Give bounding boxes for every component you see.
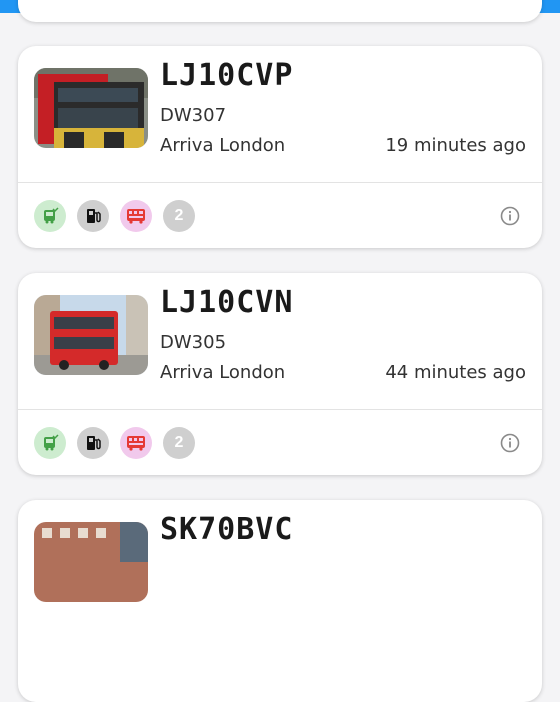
- info-icon[interactable]: [500, 206, 520, 226]
- more-features-count[interactable]: 2: [163, 200, 195, 232]
- bus-check-icon[interactable]: [34, 427, 66, 459]
- registration: LJ10CVN: [160, 285, 294, 320]
- fuel-pump-icon[interactable]: [77, 427, 109, 459]
- vehicle-photo: [34, 68, 148, 148]
- vehicle-card[interactable]: SK70BVC: [18, 500, 542, 702]
- double-decker-icon[interactable]: [120, 200, 152, 232]
- operator-name: Arriva London: [160, 362, 286, 383]
- last-seen-time: 44 minutes ago: [385, 362, 526, 383]
- operator-name: Arriva London: [160, 135, 286, 156]
- divider: [18, 409, 542, 410]
- vehicle-photo: [34, 522, 148, 602]
- info-icon[interactable]: [500, 433, 520, 453]
- double-decker-icon[interactable]: [120, 427, 152, 459]
- vehicle-photo: [34, 295, 148, 375]
- registration: LJ10CVP: [160, 58, 294, 93]
- registration: SK70BVC: [160, 512, 294, 547]
- last-seen-time: 19 minutes ago: [385, 135, 526, 156]
- more-features-count[interactable]: 2: [163, 427, 195, 459]
- vehicle-card[interactable]: LJ10CVN DW305 Arriva London 44 minutes a…: [18, 273, 542, 475]
- previous-vehicle-card[interactable]: [18, 0, 542, 22]
- fleet-number: DW307: [160, 105, 227, 126]
- bus-check-icon[interactable]: [34, 200, 66, 232]
- fleet-number: DW305: [160, 332, 227, 353]
- divider: [18, 182, 542, 183]
- fuel-pump-icon[interactable]: [77, 200, 109, 232]
- vehicle-card[interactable]: LJ10CVP DW307 Arriva London 19 minutes a…: [18, 46, 542, 248]
